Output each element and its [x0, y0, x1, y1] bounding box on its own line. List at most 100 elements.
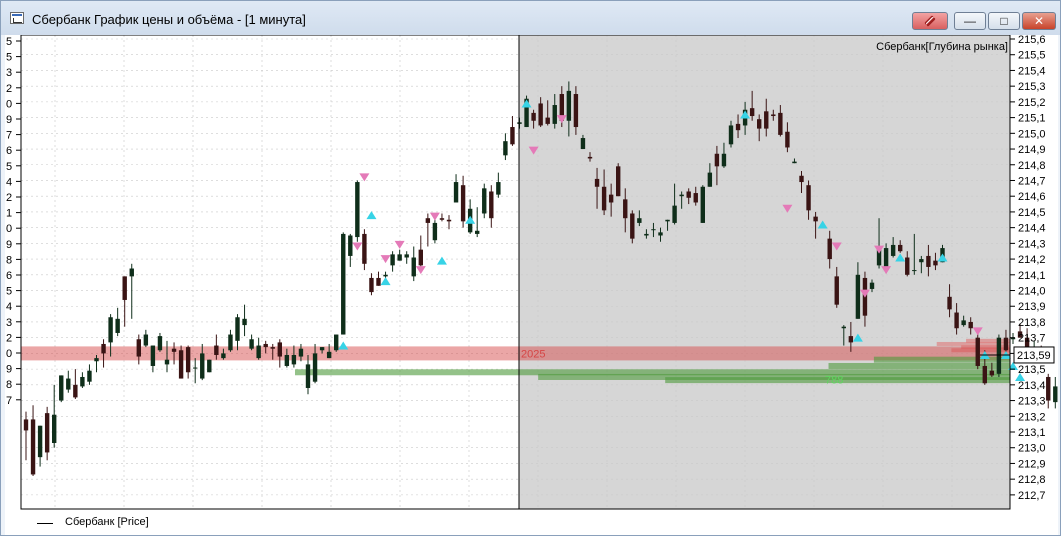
candle-body: [714, 153, 720, 167]
candle-body: [73, 384, 78, 398]
left-tick-label: 4: [6, 301, 12, 313]
left-tick-label: 5: [6, 286, 12, 298]
candle-body: [637, 218, 642, 223]
restore-button[interactable]: □: [988, 12, 1020, 30]
candle-body: [326, 351, 332, 359]
candle-body: [764, 111, 769, 129]
candle-body: [355, 182, 360, 238]
candle-body: [806, 185, 811, 211]
candle-body: [905, 257, 910, 275]
minimize-button[interactable]: —: [954, 12, 986, 30]
candle-body: [87, 370, 92, 382]
candle-body: [101, 343, 106, 354]
y-tick-label: 213,9: [1018, 301, 1046, 313]
price-volume-chart[interactable]: 2025788Сбербанк[Глубина рынка] 215,6215,…: [5, 34, 1061, 511]
candle-body: [989, 370, 995, 376]
y-tick-label: 213,7: [1018, 333, 1046, 345]
candle-body: [122, 276, 127, 300]
candle-body: [728, 125, 734, 145]
candle-body: [898, 244, 903, 252]
candle-body: [52, 414, 57, 444]
left-tick-label: 0: [6, 223, 12, 235]
candle-body: [630, 213, 635, 239]
bid-volume-bar: [873, 356, 1010, 363]
candle-body: [841, 326, 846, 329]
chart-app-icon: [10, 12, 24, 24]
max-bid-volume-label: 788: [825, 374, 843, 386]
candle-body: [108, 317, 113, 343]
candle-body: [778, 112, 783, 135]
candle-body: [975, 337, 980, 366]
left-tick-label: 9: [6, 364, 12, 376]
candle-body: [594, 178, 600, 187]
chart-area[interactable]: 2025 788 Сбербанк[Глубина рынка] 215,6 215,…: [5, 34, 1061, 511]
candle-body: [538, 103, 543, 126]
legend: Сбербанк [Price]: [5, 511, 1058, 535]
candle-body: [1053, 386, 1058, 403]
candle-body: [59, 375, 64, 401]
candle-body: [460, 185, 466, 222]
candle-body: [869, 282, 875, 289]
candle-body: [644, 233, 649, 236]
title-bar[interactable]: Сбербанк График цены и объёма - [1 минут…: [1, 1, 1060, 35]
legend-line-swatch: [37, 523, 53, 524]
left-tick-label: 5: [6, 36, 12, 48]
candle-body: [150, 345, 156, 366]
candle-body: [312, 353, 318, 382]
y-tick-label: 214,0: [1018, 286, 1046, 298]
y-tick-label: 214,1: [1018, 270, 1046, 282]
candle-body: [334, 334, 339, 351]
y-tick-label: 214,4: [1018, 223, 1046, 235]
minimize-icon: —: [964, 14, 976, 28]
left-tick-label: 6: [6, 145, 12, 157]
candle-body: [834, 276, 839, 305]
left-tick-label: 8: [6, 379, 12, 391]
y-tick-label: 215,3: [1018, 81, 1046, 93]
left-tick-label: 9: [6, 114, 12, 126]
candle-body: [890, 244, 896, 256]
y-tick-label: 213,3: [1018, 396, 1046, 408]
candle-body: [291, 354, 297, 365]
candle-body: [531, 112, 536, 121]
left-tick-label: 8: [6, 254, 12, 266]
candle-body: [228, 334, 233, 351]
candle-body: [235, 317, 240, 341]
y-tick-label: 214,3: [1018, 238, 1046, 250]
candle-body: [362, 233, 367, 264]
close-button[interactable]: ✕: [1022, 12, 1056, 30]
candle-body: [242, 318, 247, 326]
candle-body: [94, 358, 99, 362]
candle-body: [348, 235, 353, 256]
y-tick-label: 213,5: [1018, 364, 1046, 376]
candle-body: [601, 186, 607, 211]
candle-body: [912, 270, 917, 272]
candle-body: [1046, 376, 1051, 401]
candle-body: [496, 182, 501, 195]
y-tick-label: 213,4: [1018, 380, 1046, 392]
y-tick-label: 215,4: [1018, 65, 1046, 77]
candle-body: [651, 229, 656, 231]
candle-body: [623, 199, 628, 219]
y-tick-label: 212,7: [1018, 490, 1046, 502]
candle-body: [573, 94, 579, 128]
candle-body: [432, 222, 438, 241]
candle-body: [143, 334, 149, 346]
candle-body: [545, 117, 550, 124]
candle-body: [693, 193, 698, 203]
restore-icon: □: [1000, 14, 1008, 28]
left-tick-label: 2: [6, 83, 12, 95]
y-tick-label: 213,8: [1018, 317, 1046, 329]
left-tick-label: 7: [6, 130, 12, 142]
candle-body: [686, 191, 691, 198]
candle-body: [616, 166, 621, 197]
candle-body: [475, 230, 480, 234]
link-button[interactable]: [912, 12, 948, 30]
candle-body: [369, 277, 374, 293]
candle-body: [256, 345, 261, 359]
candle-body: [707, 172, 713, 187]
left-tick-label: 0: [6, 98, 12, 110]
candle-body: [503, 141, 508, 156]
candle-body: [37, 425, 43, 458]
candle-body: [263, 343, 268, 348]
left-tick-label: 6: [6, 270, 12, 282]
